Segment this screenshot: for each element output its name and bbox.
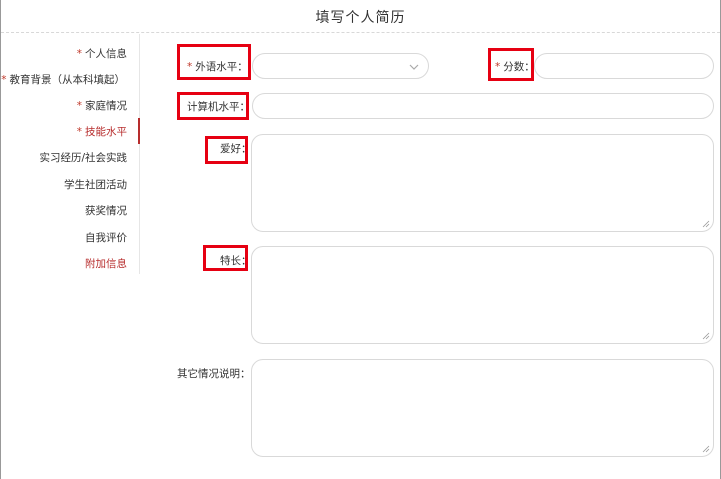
resize-grip-icon[interactable] [702,332,710,340]
sidebar-item-self-evaluation[interactable]: 自我评价 [85,230,127,248]
resize-grip-icon[interactable] [702,445,710,453]
sidebar-item-label: 实习经历/社会实践 [39,152,127,164]
required-marker: * [1,74,7,86]
foreign-language-select[interactable] [252,53,429,79]
specialty-textarea[interactable] [251,246,714,344]
sidebar-item-label: 附加信息 [85,258,127,270]
required-marker: * [76,100,82,112]
resume-form-page: 填写个人简历 * 个人信息 * 教育背景（从本科填起） * 家庭情况 * 技能水平 实习… [0,0,721,479]
computer-level-input[interactable] [252,93,714,119]
other-notes-label: 其它情况说明： [177,368,251,380]
sidebar-item-personal-info[interactable]: * 个人信息 [77,46,127,64]
required-marker: * [76,126,82,138]
sidebar-item-awards[interactable]: 获奖情况 [85,203,127,221]
sidebar-item-additional-info[interactable]: 附加信息 [85,256,127,274]
highlight-box-score [488,48,534,81]
sidebar-item-internship[interactable]: 实习经历/社会实践 [39,150,127,168]
sidebar-item-education[interactable]: * 教育背景（从本科填起） [1,72,125,90]
sidebar-item-family[interactable]: * 家庭情况 [77,98,127,116]
highlight-box-specialty [203,245,248,271]
sidebar-item-label: 获奖情况 [85,205,127,217]
sidebar-item-clubs[interactable]: 学生社团活动 [64,177,127,195]
sidebar-item-label: 家庭情况 [85,100,127,112]
required-marker: * [76,48,82,60]
resize-grip-icon[interactable] [702,220,710,228]
active-nav-indicator [138,118,140,144]
hobbies-textarea[interactable] [251,134,714,232]
sidebar-item-label: 自我评价 [85,232,127,244]
sidebar-item-label: 个人信息 [85,48,127,60]
sidebar-item-label: 学生社团活动 [64,179,127,191]
score-input[interactable] [534,53,714,79]
highlight-box-hobbies [205,136,248,164]
sidebar-nav: * 个人信息 * 教育背景（从本科填起） * 家庭情况 * 技能水平 实习经历/社会实践… [1,34,140,274]
page-title: 填写个人简历 [315,10,406,26]
page-header: 填写个人简历 [1,0,720,33]
highlight-box-foreign-language [177,44,251,80]
sidebar-item-label: 技能水平 [85,126,127,138]
chevron-down-icon [409,64,419,70]
other-notes-textarea[interactable] [251,359,714,457]
highlight-box-computer-level [177,92,249,120]
sidebar-item-label: 教育背景（从本科填起） [9,74,126,86]
sidebar-item-skills[interactable]: * 技能水平 [77,124,127,142]
